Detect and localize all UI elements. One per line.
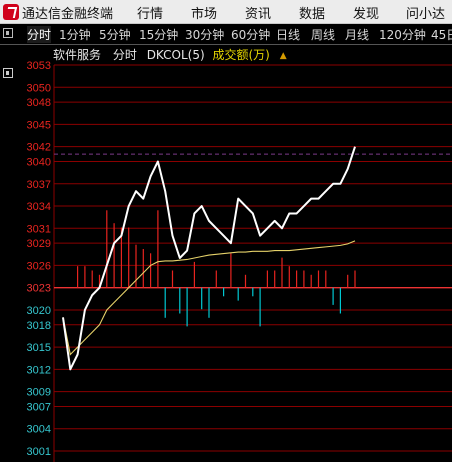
- price-tick-label: 3018: [27, 320, 51, 332]
- price-tick-label: 3031: [27, 223, 51, 235]
- price-tick-label: 3050: [27, 82, 51, 94]
- price-tick-label: 3042: [27, 142, 51, 154]
- price-tick-label: 3020: [27, 305, 51, 317]
- price-tick-label: 3023: [27, 283, 51, 295]
- price-tick-label: 3037: [27, 179, 51, 191]
- price-tick-label: 3040: [27, 157, 51, 169]
- intraday-chart[interactable]: 3053 3050 3048 3045 3042 3040 3037 3034 3031 3029…: [0, 0, 452, 462]
- price-tick-label: 3009: [27, 387, 51, 399]
- price-tick-label: 3007: [27, 401, 51, 413]
- price-tick-label: 3001: [27, 446, 51, 458]
- price-tick-label: 3015: [27, 342, 51, 354]
- price-tick-label: 3026: [27, 260, 51, 272]
- price-tick-label: 3004: [27, 424, 51, 436]
- price-tick-label: 3012: [27, 364, 51, 376]
- price-tick-label: 3048: [27, 97, 51, 109]
- price-tick-label: 3045: [27, 119, 51, 131]
- price-tick-label: 3029: [27, 238, 51, 250]
- price-tick-label: 3053: [27, 60, 51, 72]
- price-tick-label: 3034: [27, 201, 51, 213]
